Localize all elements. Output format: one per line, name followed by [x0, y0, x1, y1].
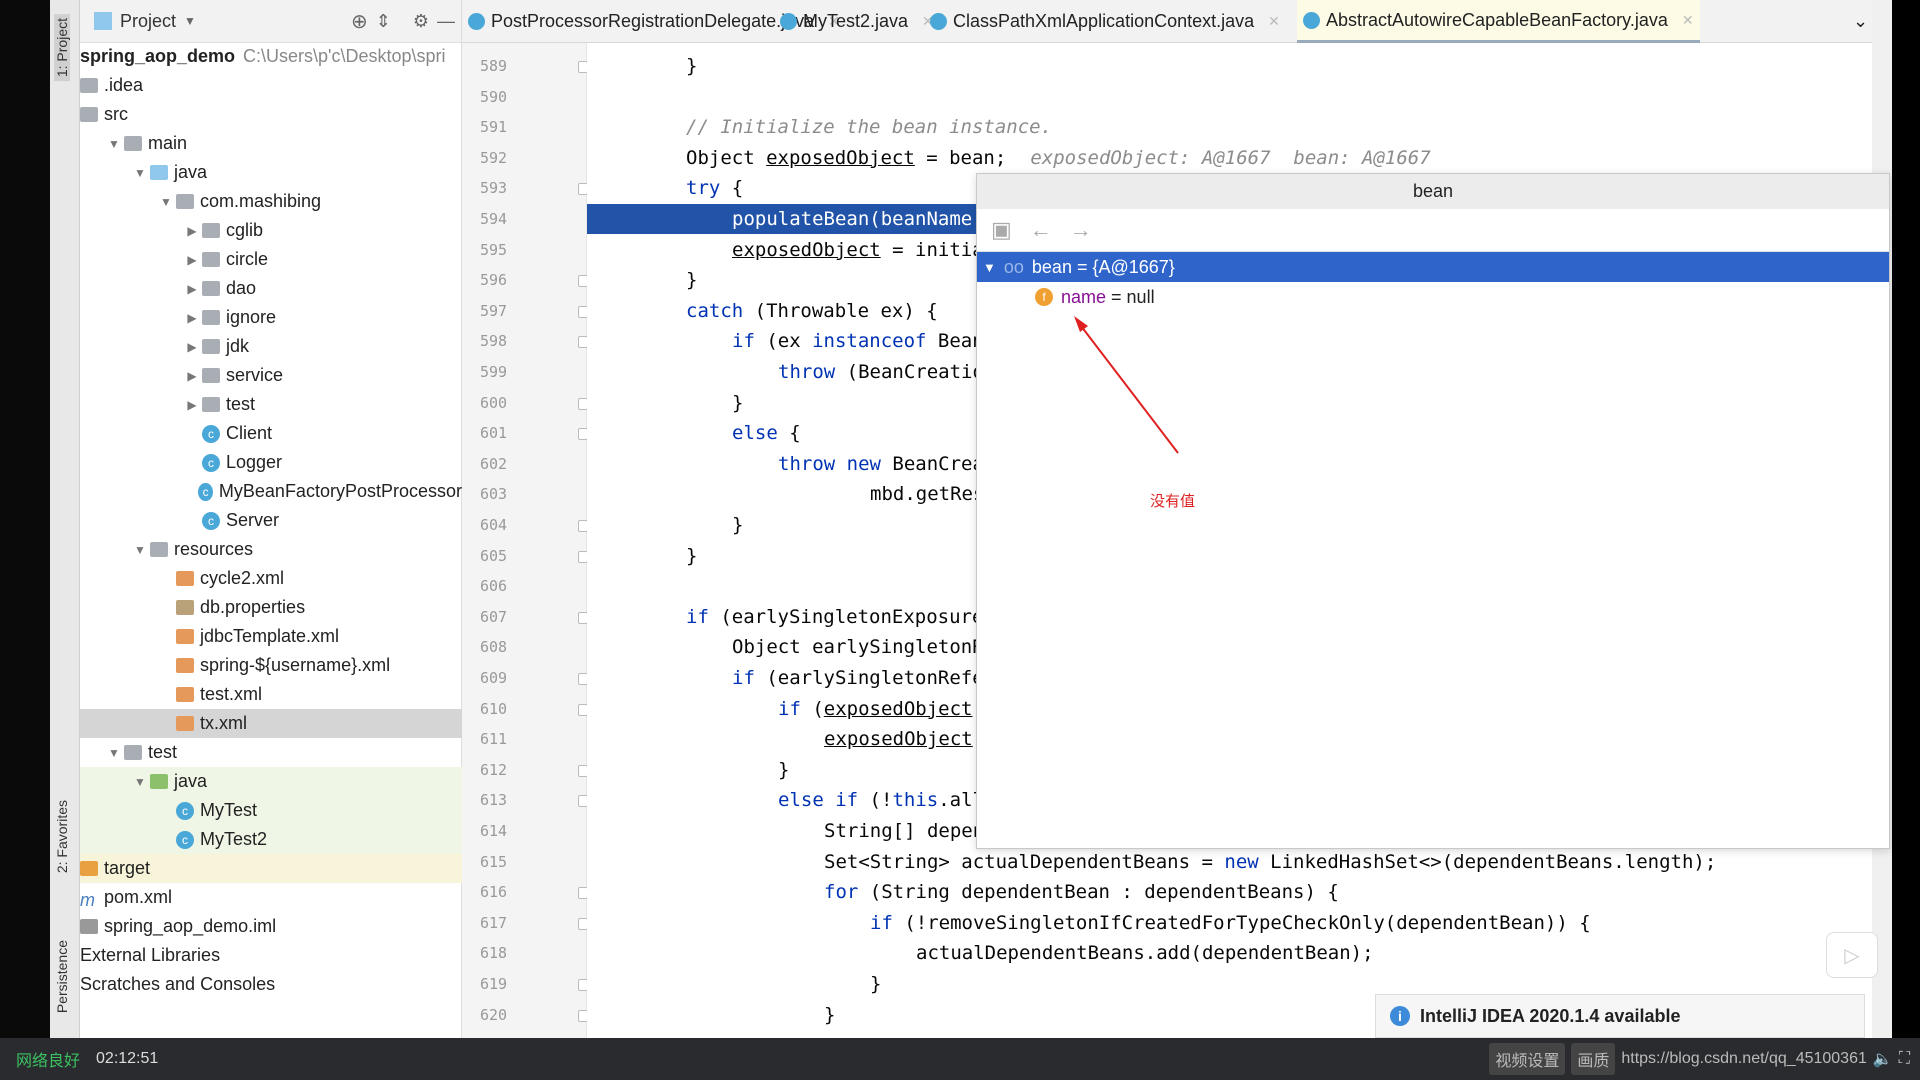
update-notification[interactable]: i IntelliJ IDEA 2020.1.4 available — [1375, 994, 1865, 1038]
fullscreen-icon[interactable]: ⛶ — [1899, 1050, 1910, 1068]
annotation-arrow — [1074, 316, 1179, 454]
playback-time: 02:12:51 — [96, 1050, 159, 1067]
quality-button[interactable]: 画质 — [1571, 1043, 1616, 1075]
notification-text: IntelliJ IDEA 2020.1.4 available — [1420, 1005, 1681, 1026]
video-status-bar: 网络良好 02:12:51 视频设置 画质 https://blog.csdn.… — [0, 1038, 1920, 1080]
source-url: https://blog.csdn.net/qq_45100361 — [1621, 1050, 1867, 1067]
network-status: 网络良好 — [16, 1053, 81, 1070]
info-icon: i — [1390, 1006, 1410, 1026]
play-icon[interactable]: ▷ — [1826, 932, 1878, 978]
annotation-text: 没有值 — [1150, 493, 1196, 510]
video-settings-button[interactable]: 视频设置 — [1489, 1043, 1566, 1075]
volume-icon[interactable]: 🔈 — [1873, 1049, 1893, 1069]
